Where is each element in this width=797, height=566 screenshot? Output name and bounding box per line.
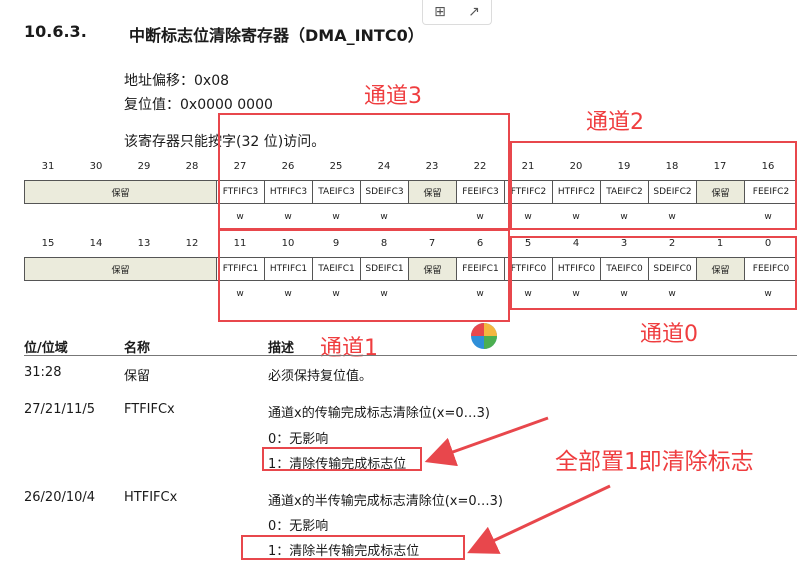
arrow-icon (424, 416, 549, 467)
arrow-icon (467, 484, 611, 554)
annotation-arrows (424, 416, 611, 554)
